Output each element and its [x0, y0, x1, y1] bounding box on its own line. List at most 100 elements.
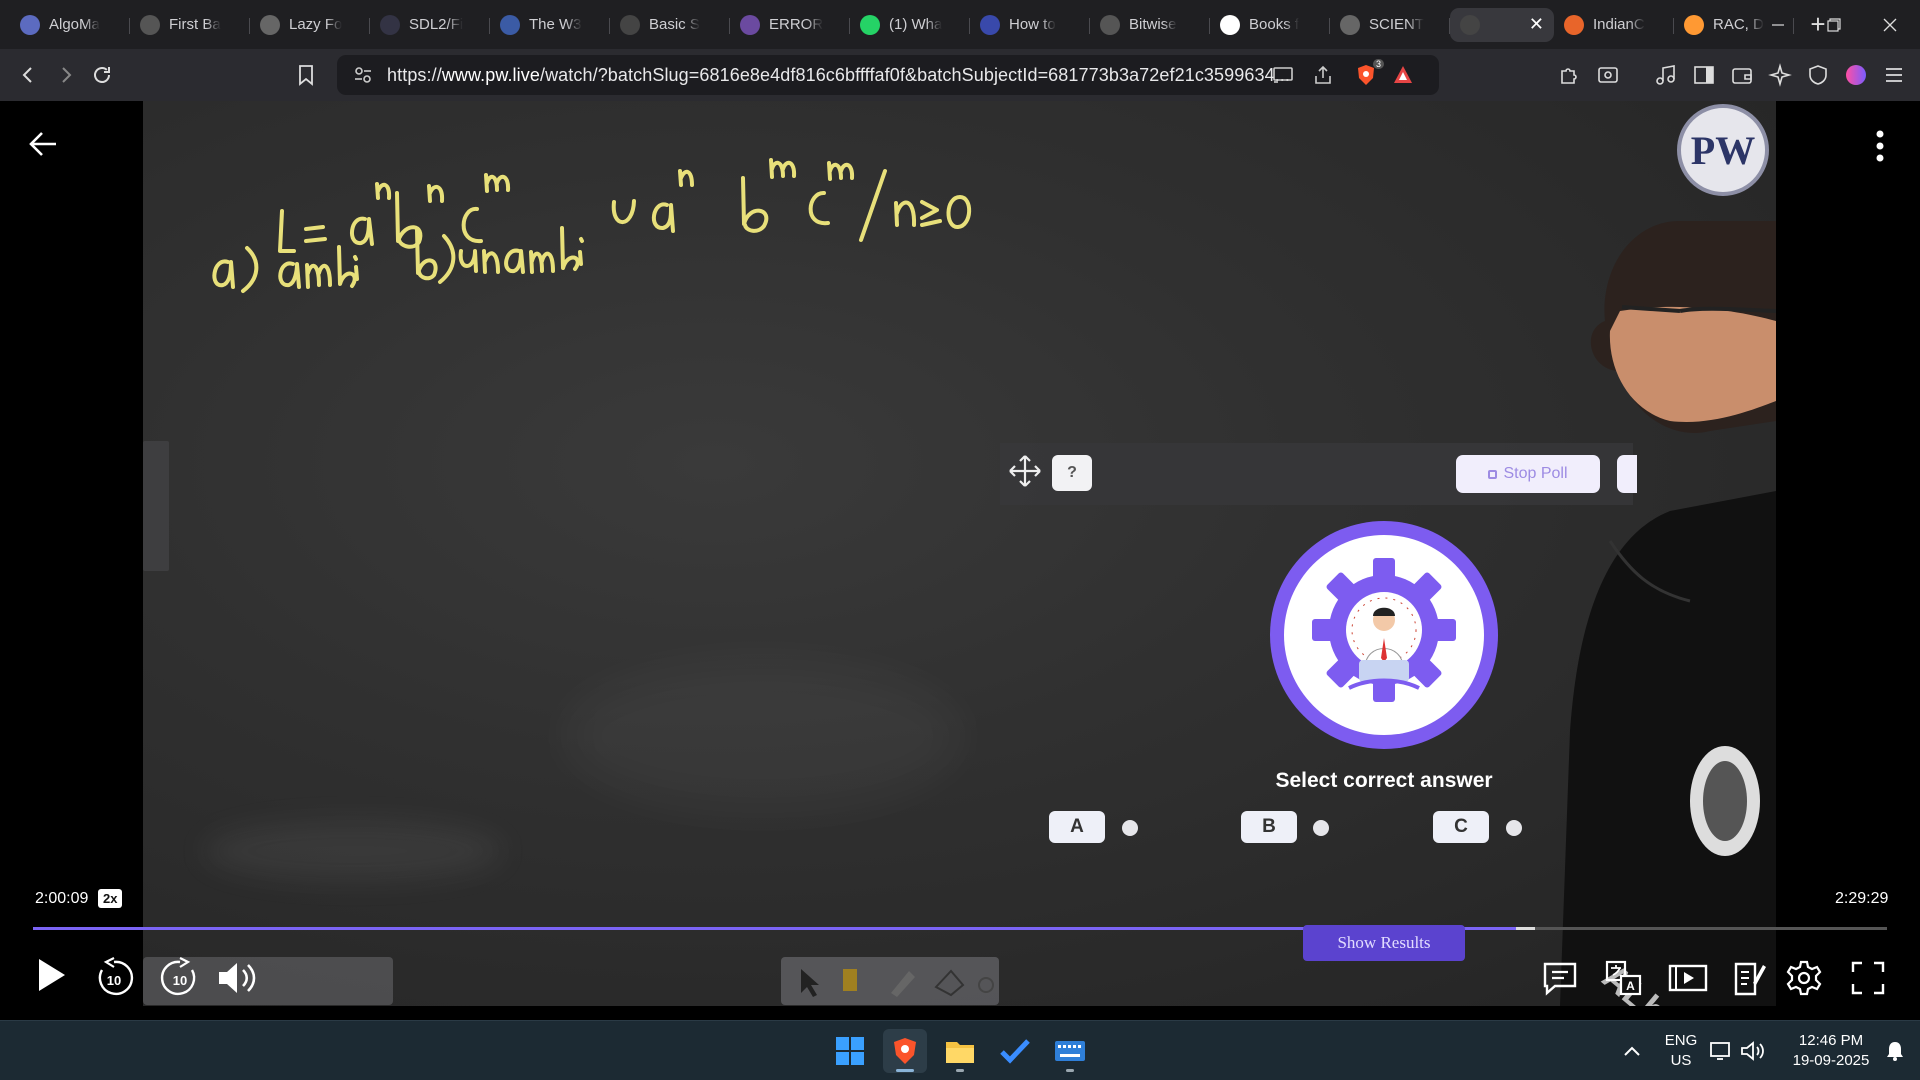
chat-button[interactable] [1536, 954, 1584, 1002]
start-button[interactable] [828, 1029, 872, 1073]
browser-tab[interactable]: AlgoMa [10, 8, 130, 42]
clock[interactable]: 12:46 PM 19-09-2025 [1776, 1031, 1886, 1071]
playback-speed-badge[interactable]: 2x [98, 889, 123, 908]
browser-tab[interactable]: Books f [1210, 8, 1330, 42]
browser-tab[interactable]: First Ba [130, 8, 250, 42]
taskbar-keyboard-app[interactable] [1048, 1029, 1092, 1073]
globe-icon [260, 14, 280, 35]
sdl-icon [380, 14, 400, 35]
presenter-figure: ALh [1560, 221, 1776, 1006]
fullscreen-button[interactable] [1844, 954, 1892, 1002]
browser-tab[interactable]: Basic S [610, 8, 730, 42]
media-button[interactable] [1652, 61, 1680, 89]
poll-option-a-radio[interactable] [1122, 820, 1138, 836]
side-panel-handle[interactable] [143, 441, 169, 571]
flag-icon [1564, 14, 1584, 35]
forward-button[interactable] [46, 55, 86, 95]
show-results-button[interactable]: Show Results [1303, 925, 1465, 961]
extension-button[interactable] [1594, 61, 1622, 89]
close-window-button[interactable] [1862, 0, 1918, 49]
brave-shields-button[interactable]: 3 [1351, 59, 1384, 87]
seek-bar[interactable] [33, 927, 1887, 930]
svg-text:10: 10 [173, 973, 187, 988]
cast-button[interactable] [1271, 63, 1295, 87]
bookmark-button[interactable] [286, 55, 326, 95]
more-options-button[interactable] [1868, 126, 1892, 166]
reload-icon [94, 67, 110, 83]
video-playlist-button[interactable] [1664, 954, 1712, 1002]
restore-button[interactable] [1806, 0, 1862, 49]
tab-title: How to [1009, 16, 1056, 33]
fullscreen-icon [1851, 961, 1885, 995]
sidebar-button[interactable] [1690, 61, 1718, 89]
play-button[interactable] [27, 951, 75, 999]
notifications-button[interactable] [1880, 1029, 1910, 1073]
menu-button[interactable] [1880, 61, 1908, 89]
play-icon [39, 959, 65, 991]
settings-button[interactable] [1780, 954, 1828, 1002]
vpn-button[interactable] [1804, 61, 1832, 89]
taskbar-brave[interactable] [883, 1029, 927, 1073]
leo-ai-button[interactable] [1766, 61, 1794, 89]
sparkle-icon [1768, 63, 1792, 87]
reload-button[interactable] [82, 55, 122, 95]
close-tab-icon[interactable]: ✕ [1529, 14, 1544, 35]
input-language-indicator[interactable]: ENG US [1660, 1031, 1702, 1071]
poll-option-a[interactable]: A [1049, 811, 1105, 843]
tab-title: Bitwise [1129, 16, 1177, 33]
profile-button[interactable] [1842, 61, 1870, 89]
browser-tab[interactable]: ✕ [1450, 7, 1554, 42]
poll-option-c[interactable]: C [1433, 811, 1489, 843]
brave-browser-icon [894, 1038, 916, 1064]
tab-title: AlgoMa [49, 16, 100, 33]
profile-avatar-icon [1846, 65, 1866, 85]
forward-10-button[interactable]: 10 [156, 954, 204, 1002]
question-bubble-icon[interactable]: ? [1052, 455, 1092, 491]
taskbar-file-explorer[interactable] [938, 1029, 982, 1073]
url-text: https://www.pw.live/watch/?batchSlug=681… [387, 64, 1291, 85]
volume-button[interactable] [214, 954, 262, 1002]
poll-extra-button[interactable] [1617, 455, 1637, 493]
taskbar-todo[interactable] [993, 1029, 1037, 1073]
minimize-button[interactable] [1750, 0, 1806, 49]
browser-tab[interactable]: Bitwise [1090, 8, 1210, 42]
browser-tab[interactable]: SDL2/Fi [370, 8, 490, 42]
extensions-button[interactable] [1556, 61, 1584, 89]
brave-rewards-button[interactable] [1391, 63, 1415, 87]
browser-tab[interactable]: How to [970, 8, 1090, 42]
rewind-10-icon: 10 [98, 957, 134, 996]
browser-tab[interactable]: IndianC [1554, 8, 1674, 42]
share-button[interactable] [1311, 63, 1335, 87]
browser-tab[interactable]: Lazy Fo [250, 8, 370, 42]
keyboard-icon [1055, 1041, 1085, 1061]
pw-icon [1460, 14, 1480, 35]
india-flag-icon [1684, 14, 1704, 35]
poll-option-b-radio[interactable] [1313, 820, 1329, 836]
notes-button[interactable] [1725, 954, 1773, 1002]
doc-icon [620, 14, 640, 35]
buffered-bar [1516, 927, 1535, 930]
show-hidden-icons-button[interactable] [1610, 1029, 1654, 1073]
move-icon [1009, 455, 1041, 487]
speaker-icon [1741, 1041, 1764, 1061]
browser-tab[interactable]: SCIENT [1330, 8, 1450, 42]
browser-tab[interactable]: The W3 [490, 8, 610, 42]
poll-option-b[interactable]: B [1241, 811, 1297, 843]
stop-poll-button[interactable]: Stop Poll [1456, 455, 1600, 493]
volume-tray-button[interactable] [1738, 1029, 1768, 1073]
site-settings-icon[interactable] [353, 65, 373, 85]
arrow-right-icon [62, 67, 72, 83]
network-button[interactable] [1706, 1029, 1736, 1073]
back-button[interactable] [8, 55, 48, 95]
wallet-button[interactable] [1728, 61, 1756, 89]
video-player[interactable]: ALh PW ? Stop Poll [0, 101, 1920, 1020]
address-bar[interactable]: https://www.pw.live/watch/?batchSlug=681… [337, 55, 1439, 95]
translate-button[interactable]: A [1600, 954, 1648, 1002]
poll-option-c-radio[interactable] [1506, 820, 1522, 836]
back-to-course-button[interactable] [26, 126, 62, 162]
rewind-10-button[interactable]: 10 [90, 954, 138, 1002]
move-poll-handle[interactable] [1007, 453, 1043, 494]
browser-tab[interactable]: (1) Wha [850, 8, 970, 42]
tab-title: SCIENT [1369, 16, 1425, 33]
browser-tab[interactable]: ERROR [730, 8, 850, 42]
